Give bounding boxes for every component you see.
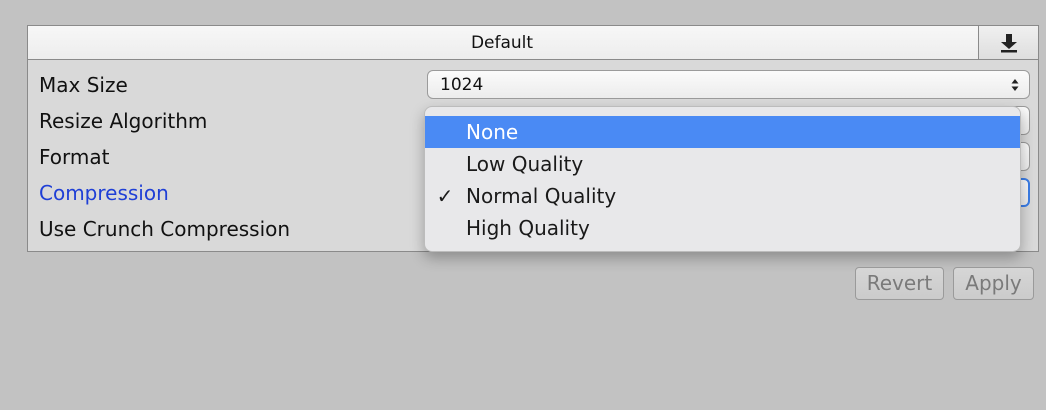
compression-dropdown-menu: None Low Quality ✓ Normal Quality High Q…: [424, 106, 1021, 252]
use-crunch-compression-label: Use Crunch Compression: [39, 217, 291, 241]
menu-item-label: Normal Quality: [466, 184, 617, 208]
updown-arrows-icon: [1011, 79, 1019, 91]
format-label: Format: [39, 145, 110, 169]
max-size-label: Max Size: [39, 73, 128, 97]
platform-tab-default[interactable]: Default: [28, 26, 976, 59]
menu-item-label: None: [466, 120, 519, 144]
menu-item-high-quality[interactable]: High Quality: [425, 212, 1020, 244]
menu-item-label: High Quality: [466, 216, 590, 240]
revert-button[interactable]: Revert: [855, 267, 944, 300]
menu-item-label: Low Quality: [466, 152, 584, 176]
menu-item-none[interactable]: None: [425, 116, 1020, 148]
apply-button[interactable]: Apply: [953, 267, 1034, 300]
resize-algorithm-label: Resize Algorithm: [39, 109, 208, 133]
platform-header: Default: [27, 25, 1039, 60]
menu-item-normal-quality[interactable]: ✓ Normal Quality: [425, 180, 1020, 212]
download-button[interactable]: [978, 26, 1038, 59]
max-size-dropdown[interactable]: 1024: [427, 70, 1030, 99]
download-icon: [1000, 33, 1017, 52]
compression-label: Compression: [39, 181, 169, 205]
max-size-value: 1024: [440, 75, 484, 95]
menu-item-low-quality[interactable]: Low Quality: [425, 148, 1020, 180]
checkmark-icon: ✓: [436, 184, 454, 208]
